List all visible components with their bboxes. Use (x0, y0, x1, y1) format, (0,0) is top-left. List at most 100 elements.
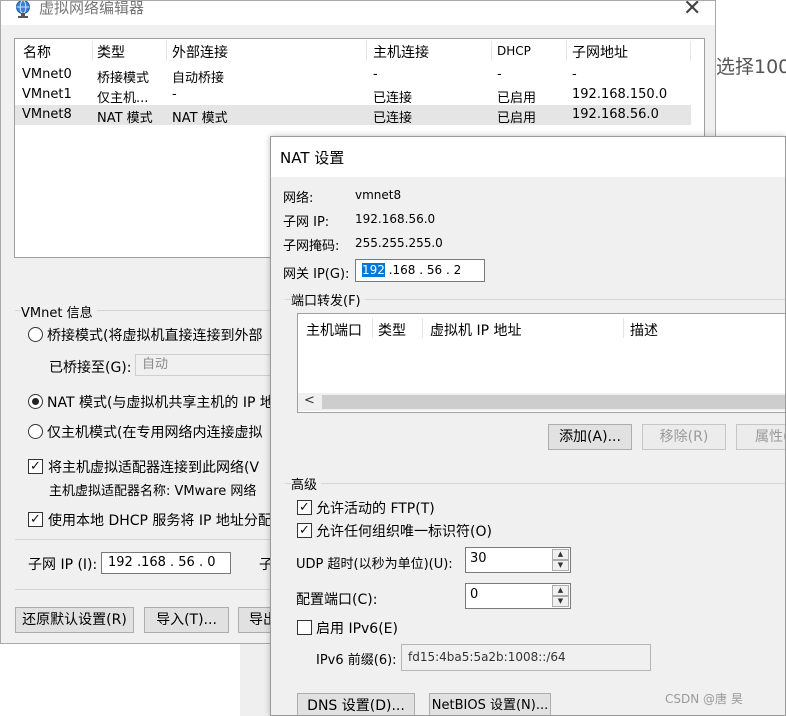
subnet-ip-label: 子网 IP (I): (28, 557, 98, 573)
spin-up-icon[interactable]: ▲ (552, 585, 569, 596)
column-header-type[interactable]: 类型 (378, 320, 406, 340)
column-separator (623, 318, 624, 338)
gateway-selected-text: 192 (362, 263, 385, 277)
column-separator (366, 41, 367, 61)
vmnet-info-label: VMnet 信息 (21, 302, 97, 321)
nat-mode-radio[interactable] (28, 394, 43, 409)
column-header-vm-ip[interactable]: 虚拟机 IP 地址 (430, 320, 521, 340)
column-header-name[interactable]: 名称 (23, 42, 51, 62)
subnet-ip-label: 子网 IP: (283, 215, 330, 230)
bridged-to-label: 已桥接至(G): (49, 360, 132, 376)
scrollbar-thumb[interactable] (322, 395, 785, 409)
background-strip (240, 640, 270, 716)
cell-dhcp: 已启用 (497, 111, 537, 126)
column-header-host[interactable]: 主机连接 (373, 42, 429, 62)
network-label: 网络: (283, 191, 314, 206)
subnet-ip-input[interactable]: 192 .168 . 56 . 0 (101, 552, 231, 574)
cell-type: NAT 模式 (97, 111, 153, 126)
nat-title: NAT 设置 (280, 149, 345, 167)
netbios-settings-button[interactable]: NetBIOS 设置(N)... (429, 693, 551, 715)
gateway-ip-label: 网关 IP(G): (283, 267, 350, 282)
network-value: vmnet8 (355, 188, 402, 202)
config-port-value: 0 (470, 587, 479, 602)
bridged-mode-radio[interactable] (28, 327, 43, 342)
column-separator (491, 41, 492, 61)
properties-button[interactable]: 属性( (736, 424, 785, 450)
column-separator (372, 318, 373, 338)
cell-name: VMnet8 (22, 107, 72, 122)
watermark: CSDN @唐 昊 (665, 692, 743, 706)
enable-ipv6-label: 启用 IPv6(E) (316, 621, 398, 637)
config-port-stepper[interactable]: 0 ▲ ▼ (465, 583, 571, 609)
cell-host: 已连接 (373, 111, 413, 126)
column-header-description[interactable]: 描述 (630, 320, 658, 340)
config-port-label: 配置端口(C): (296, 592, 378, 608)
adapter-name-text: 主机虚拟适配器名称: VMware 网络 (49, 484, 257, 499)
column-header-type[interactable]: 类型 (97, 42, 125, 62)
spin-down-icon[interactable]: ▼ (552, 596, 569, 607)
horizontal-scrollbar[interactable]: < (298, 393, 785, 411)
table-row-selected[interactable]: VMnet8 NAT 模式 NAT 模式 已连接 已启用 192.168.56.… (15, 105, 691, 126)
restore-defaults-button[interactable]: 还原默认设置(R) (15, 607, 134, 633)
cell-host: 已连接 (373, 91, 413, 106)
port-forwarding-label: 端口转发(F) (291, 290, 365, 309)
column-header-subnet[interactable]: 子网地址 (572, 42, 628, 62)
column-separator (92, 41, 93, 61)
ipv6-prefix-input[interactable]: fd15:4ba5:5a2b:1008::/64 (401, 644, 651, 671)
import-button[interactable]: 导入(T)... (144, 607, 229, 633)
editor-title: 虚拟网络编辑器 (39, 0, 145, 17)
subnet-mask-value: 255.255.255.0 (355, 236, 443, 250)
dhcp-checkbox[interactable]: ✓ (28, 512, 43, 527)
udp-timeout-stepper[interactable]: 30 ▲ ▼ (465, 547, 571, 573)
advanced-divider (285, 483, 785, 484)
column-separator (690, 41, 691, 61)
gateway-ip-input[interactable]: 192 .168 . 56 . 2 (355, 259, 485, 282)
background-text: 选择100 (716, 56, 786, 78)
column-separator (422, 318, 423, 338)
cell-dhcp: - (497, 67, 502, 82)
cell-external: 自动桥接 (172, 71, 225, 86)
subnet-ip-value: 192.168.56.0 (355, 212, 436, 226)
column-header-external[interactable]: 外部连接 (172, 42, 228, 62)
connect-adapter-label: 将主机虚拟适配器连接到此网络(V (48, 460, 260, 476)
host-only-label: 仅主机模式(在专用网络内连接虚拟 (47, 425, 263, 441)
subnet-mask-label: 子网掩码: (283, 239, 340, 254)
add-button[interactable]: 添加(A)... (548, 424, 632, 450)
nat-mode-label: NAT 模式(与虚拟机共享主机的 IP 地 (47, 395, 274, 411)
column-separator (566, 41, 567, 61)
cell-external: - (172, 87, 177, 102)
allow-oui-checkbox[interactable]: ✓ (297, 523, 312, 538)
close-icon[interactable]: ✕ (683, 1, 701, 21)
connect-adapter-checkbox[interactable]: ✓ (28, 459, 43, 474)
column-separator (166, 41, 167, 61)
cell-type: 桥接模式 (97, 71, 150, 86)
cell-subnet: - (572, 67, 577, 82)
spin-down-icon[interactable]: ▼ (552, 560, 569, 571)
column-header-host-port[interactable]: 主机端口 (306, 320, 362, 340)
remove-button[interactable]: 移除(R) (642, 424, 726, 450)
host-only-radio[interactable] (28, 424, 43, 439)
port-forwarding-list[interactable]: 主机端口 类型 虚拟机 IP 地址 描述 < (297, 313, 785, 413)
nat-settings-window: NAT 设置 网络: vmnet8 子网 IP: 192.168.56.0 子网… (270, 136, 786, 716)
gateway-rest-text: .168 . 56 . 2 (384, 263, 462, 277)
cell-subnet: 192.168.56.0 (572, 107, 659, 122)
dns-settings-button[interactable]: DNS 设置(D)... (297, 693, 415, 715)
scroll-left-icon[interactable]: < (304, 393, 315, 408)
cell-name: VMnet0 (22, 67, 72, 82)
cell-host: - (373, 67, 378, 82)
column-header-dhcp[interactable]: DHCP (497, 44, 531, 58)
enable-ipv6-checkbox[interactable] (297, 620, 312, 635)
cell-subnet: 192.168.150.0 (572, 87, 668, 102)
spin-up-icon[interactable]: ▲ (552, 549, 569, 560)
table-row[interactable]: VMnet0 桥接模式 自动桥接 - - - (15, 65, 691, 86)
ipv6-prefix-label: IPv6 前缀(6): (316, 653, 397, 668)
allow-ftp-checkbox[interactable]: ✓ (297, 500, 312, 515)
allow-oui-label: 允许任何组织唯一标识符(O) (316, 524, 492, 540)
cell-type: 仅主机... (97, 91, 149, 106)
dhcp-label: 使用本地 DHCP 服务将 IP 地址分配 (48, 513, 272, 529)
allow-ftp-label: 允许活动的 FTP(T) (316, 501, 435, 517)
network-globe-icon (16, 1, 30, 18)
cell-external: NAT 模式 (172, 111, 228, 126)
table-row[interactable]: VMnet1 仅主机... - 已连接 已启用 192.168.150.0 (15, 85, 691, 106)
editor-titlebar: 虚拟网络编辑器 ✕ (1, 1, 715, 25)
